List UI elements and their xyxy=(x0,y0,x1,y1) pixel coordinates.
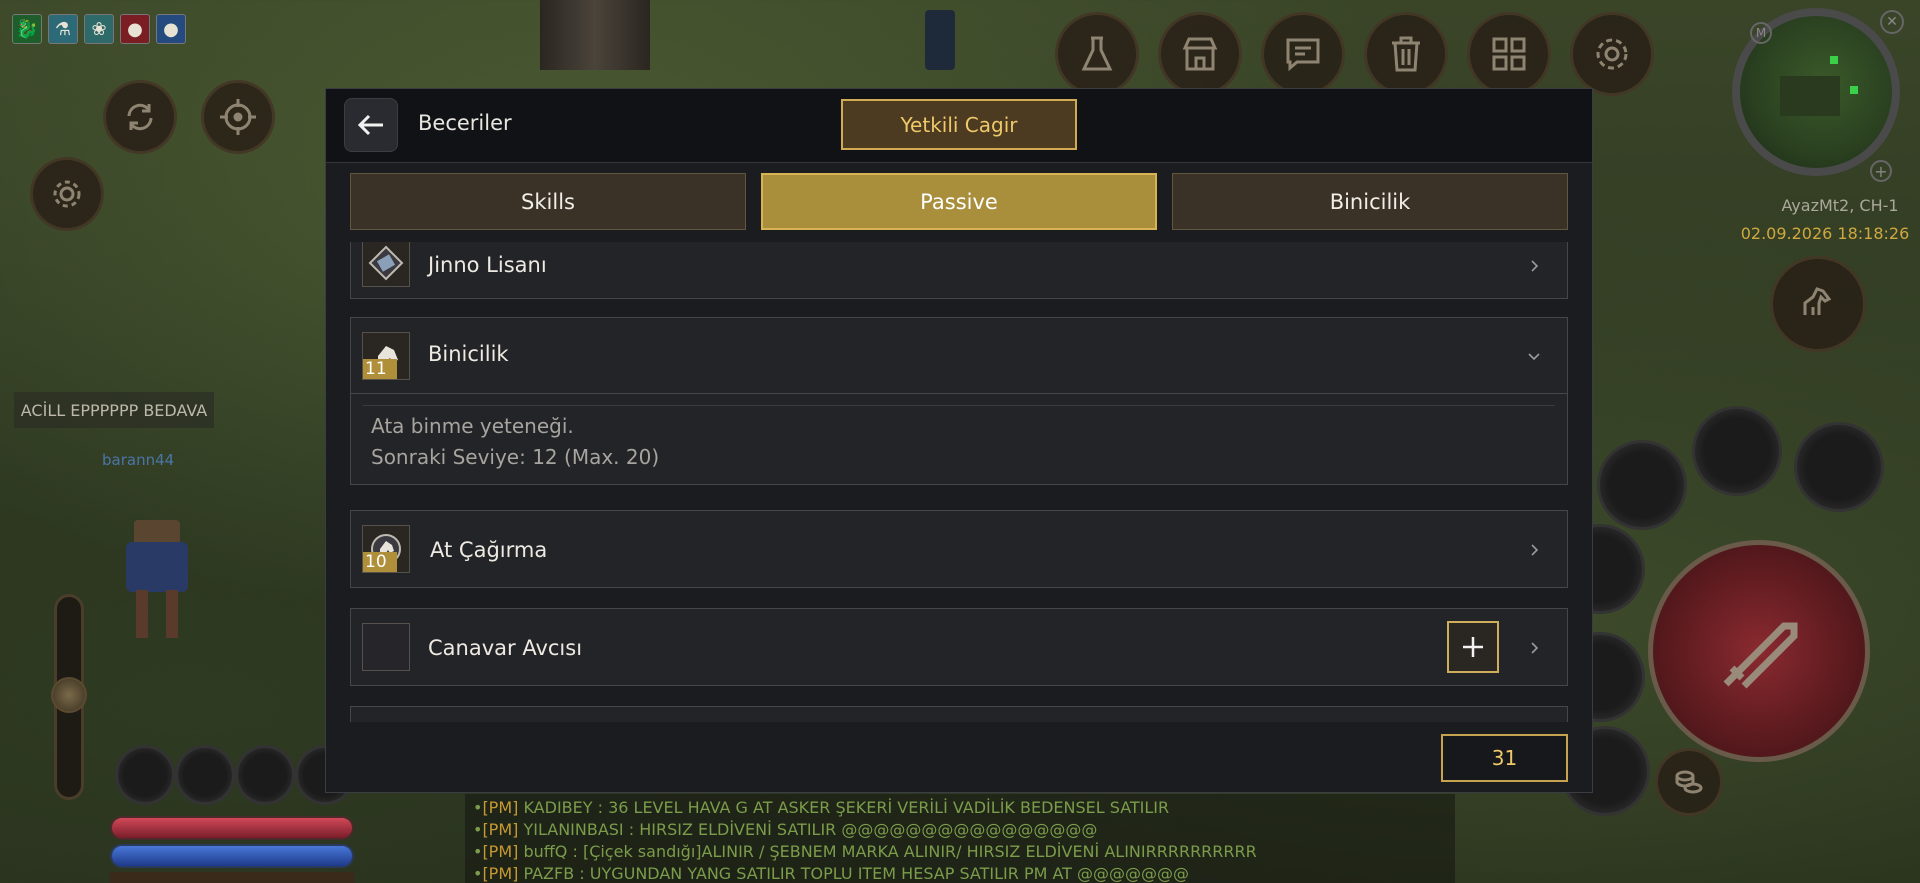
window-title: Beceriler xyxy=(418,111,512,135)
grid-menu-icon xyxy=(1492,37,1526,71)
trash-icon xyxy=(1392,36,1420,72)
chat-line: •[PM] buffQ : [Çiçek sandığı]ALINIR / ŞE… xyxy=(473,842,1257,861)
coins-icon xyxy=(1675,770,1703,794)
tab-skills[interactable]: Skills xyxy=(350,173,746,230)
shop-icon xyxy=(1182,37,1218,71)
quickslot[interactable] xyxy=(235,745,295,805)
plus-icon xyxy=(1463,637,1483,657)
player-character xyxy=(122,520,194,640)
skill-row-at-cagirma[interactable]: 10 At Çağırma xyxy=(350,510,1568,588)
hp-bar xyxy=(110,816,354,840)
skill-points-counter: 31 xyxy=(1441,734,1568,782)
sword-icon xyxy=(1723,622,1798,689)
flask-icon xyxy=(1081,36,1113,71)
call-gm-button[interactable]: Yetkili Cagir xyxy=(841,99,1077,150)
chat-line: •[PM] KADIBEY : 36 LEVEL HAVA G AT ASKER… xyxy=(473,798,1170,817)
skill-row-canavar-avcisi[interactable]: Canavar Avcısı xyxy=(350,608,1568,686)
crosshair-icon xyxy=(220,99,256,135)
back-button[interactable] xyxy=(344,98,398,152)
shop-button[interactable] xyxy=(1158,12,1242,96)
zoom-slider-handle[interactable] xyxy=(51,677,87,713)
arrow-left-icon xyxy=(357,114,383,136)
chat-log: •[PM] KADIBEY : 36 LEVEL HAVA G AT ASKER… xyxy=(465,794,1455,883)
refresh-icon xyxy=(127,103,153,131)
quickslot[interactable] xyxy=(115,745,175,805)
auto-target-button[interactable] xyxy=(201,80,275,154)
wind-buff-icon: ❀ xyxy=(84,14,114,44)
empty-skill-icon xyxy=(362,623,410,671)
buff-bar: 🐉 ⚗ ❀ ● ● xyxy=(12,14,186,44)
player-name-label: barann44 xyxy=(102,451,175,469)
skill-slot[interactable] xyxy=(1597,440,1687,530)
horse-call-icon: 10 xyxy=(362,525,410,573)
chat-line: •[PM] PAZFB : UYGUNDAN YANG SATILIR TOPL… xyxy=(473,864,1190,883)
skill-name: Binicilik xyxy=(428,342,509,366)
tab-binicilik[interactable]: Binicilik xyxy=(1172,173,1568,230)
skill-row-next[interactable] xyxy=(350,706,1568,722)
flask-button[interactable] xyxy=(1055,12,1139,96)
zoom-in-icon[interactable]: + xyxy=(1870,160,1892,182)
hud-settings-button[interactable] xyxy=(30,157,104,231)
skill-row-jinno-lisani[interactable]: Jinno Lisanı xyxy=(350,242,1568,299)
learn-skill-button[interactable] xyxy=(1447,621,1499,673)
horse-icon xyxy=(1803,287,1832,315)
skill-next-level: Sonraki Seviye: 12 (Max. 20) xyxy=(371,445,660,469)
chat-line: •[PM] YILANINBASI : HIRSIZ ELDİVENİ SATI… xyxy=(473,820,1098,839)
tab-passive[interactable]: Passive xyxy=(761,173,1157,230)
skill-name: Canavar Avcısı xyxy=(428,636,583,660)
chat-icon xyxy=(1286,38,1320,72)
skill-name: Jinno Lisanı xyxy=(428,253,547,277)
potion-buff-icon: ⚗ xyxy=(48,14,78,44)
window-header: Beceriler Yetkili Cagir xyxy=(326,89,1592,163)
minimap-close-icon[interactable]: ✕ xyxy=(1880,10,1904,34)
attack-button[interactable] xyxy=(1648,540,1870,762)
settings-gear-icon xyxy=(1596,38,1628,70)
mp-bar xyxy=(110,844,354,868)
quickslot[interactable] xyxy=(175,745,235,805)
divider xyxy=(363,405,1555,406)
npc-figure xyxy=(925,10,955,70)
datetime-label: 02.09.2026 18:18:26 xyxy=(1740,224,1910,243)
chevron-right-icon[interactable] xyxy=(1527,259,1541,273)
jinno-book-icon xyxy=(362,242,410,287)
zoom-slider[interactable] xyxy=(51,594,87,800)
skill-slot[interactable] xyxy=(1794,422,1884,512)
switch-target-button[interactable] xyxy=(103,80,177,154)
server-info: AyazMt2, CH-1 xyxy=(1781,196,1899,215)
minimap-m-icon[interactable]: M xyxy=(1750,22,1772,44)
mount-button[interactable] xyxy=(1770,256,1866,352)
chevron-right-icon[interactable] xyxy=(1527,641,1541,655)
skill-slot[interactable] xyxy=(1692,406,1782,496)
skill-list[interactable]: Jinno Lisanı 11 Binicilik Ata binme yete… xyxy=(350,242,1568,722)
skill-level-badge: 11 xyxy=(363,359,397,379)
coins-button[interactable] xyxy=(1655,748,1723,816)
skill-level-badge: 10 xyxy=(363,552,397,572)
red-potion-icon: ● xyxy=(120,14,150,44)
trash-button[interactable] xyxy=(1364,12,1448,96)
exp-bar xyxy=(110,872,354,883)
menu-button[interactable] xyxy=(1467,12,1551,96)
dragon-buff-icon: 🐉 xyxy=(12,14,42,44)
notice-label: ACİLL EPPPPPP BEDAVA xyxy=(14,392,214,428)
chevron-down-icon[interactable] xyxy=(1527,349,1541,363)
skills-window: Beceriler Yetkili Cagir Skills Passive B… xyxy=(325,88,1593,793)
blue-potion-icon: ● xyxy=(156,14,186,44)
settings-button[interactable] xyxy=(1570,12,1654,96)
horse-head-icon: 11 xyxy=(362,332,410,380)
chat-button[interactable] xyxy=(1261,12,1345,96)
skill-description: Ata binme yeteneği. xyxy=(371,414,574,438)
quickslot-bar xyxy=(115,745,355,805)
skill-row-binicilik[interactable]: 11 Binicilik Ata binme yeteneği. Sonraki… xyxy=(350,317,1568,485)
gear-icon xyxy=(53,180,81,208)
chevron-right-icon[interactable] xyxy=(1527,543,1541,557)
skill-name: At Çağırma xyxy=(430,538,548,562)
tree-trunk xyxy=(540,0,650,70)
